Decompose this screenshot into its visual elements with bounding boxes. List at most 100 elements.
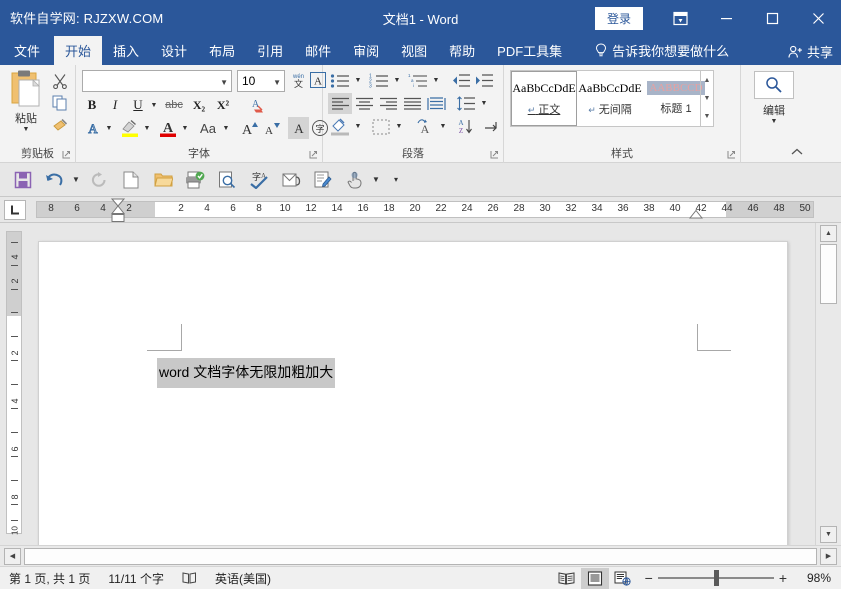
change-case-dropdown-icon[interactable]: ▼ xyxy=(220,117,232,139)
text-highlight-button[interactable] xyxy=(118,117,142,139)
document-canvas[interactable]: word 文档字体无限加粗加大 xyxy=(28,223,815,545)
superscript-button[interactable]: X² xyxy=(212,94,234,116)
maximize-icon[interactable] xyxy=(749,0,795,36)
distribute-text-button[interactable] xyxy=(424,93,448,114)
chevron-down-icon[interactable]: ▼ xyxy=(771,118,778,125)
clear-formatting-button[interactable]: A xyxy=(244,94,268,116)
save-icon[interactable] xyxy=(8,166,38,194)
print-preview-icon[interactable] xyxy=(212,166,242,194)
zoom-out-button[interactable]: − xyxy=(645,570,653,586)
copy-button[interactable] xyxy=(48,93,72,113)
font-name-dropdown-icon[interactable]: ▼ xyxy=(220,78,228,87)
word-count[interactable]: 11/11 个字 xyxy=(99,567,173,589)
tab-pdf-tools[interactable]: PDF工具集 xyxy=(486,36,573,65)
multilevel-list-dropdown-icon[interactable]: ▼ xyxy=(430,70,442,91)
bold-button[interactable]: B xyxy=(82,94,102,116)
decrease-indent-button[interactable] xyxy=(450,70,473,91)
cut-button[interactable] xyxy=(48,71,72,91)
asian-layout-dropdown-icon[interactable]: ▼ xyxy=(437,116,449,137)
shading-dropdown-icon[interactable]: ▼ xyxy=(352,116,364,137)
tab-references[interactable]: 引用 xyxy=(246,36,294,65)
tab-mailings[interactable]: 邮件 xyxy=(294,36,342,65)
style-item-no-spacing[interactable]: AaBbCcDdE ↵ 无间隔 xyxy=(577,71,643,126)
italic-button[interactable]: I xyxy=(105,94,125,116)
collapse-ribbon-button[interactable] xyxy=(791,148,803,157)
tab-review[interactable]: 审阅 xyxy=(342,36,390,65)
tab-insert[interactable]: 插入 xyxy=(102,36,150,65)
align-right-button[interactable] xyxy=(376,93,400,114)
borders-button[interactable] xyxy=(369,116,393,137)
read-mode-icon[interactable] xyxy=(553,568,581,589)
paragraph-dialog-launcher[interactable] xyxy=(490,150,500,160)
font-color-button[interactable]: A xyxy=(156,117,180,139)
style-item-normal[interactable]: AaBbCcDdE ↵ 正文 xyxy=(511,71,577,126)
font-size-input[interactable]: 10 ▼ xyxy=(237,70,285,92)
sort-button[interactable]: AZ xyxy=(454,116,478,137)
right-indent-marker[interactable] xyxy=(689,210,703,219)
font-size-dropdown-icon[interactable]: ▼ xyxy=(273,78,281,87)
language-indicator[interactable]: 英语(美国) xyxy=(206,567,280,589)
undo-dropdown-icon[interactable]: ▼ xyxy=(70,175,82,184)
font-color-dropdown-icon[interactable]: ▼ xyxy=(179,117,191,139)
text-highlight-dropdown-icon[interactable]: ▼ xyxy=(141,117,153,139)
styles-scroll-up-button[interactable]: ▲ xyxy=(701,71,713,89)
change-case-button[interactable]: Aa xyxy=(195,117,221,139)
align-left-button[interactable] xyxy=(328,93,352,114)
document-page[interactable]: word 文档字体无限加粗加大 xyxy=(38,241,788,545)
zoom-slider[interactable]: − + xyxy=(645,570,787,586)
align-center-button[interactable] xyxy=(352,93,376,114)
scroll-right-arrow-icon[interactable]: ▶ xyxy=(820,548,837,565)
scroll-up-arrow-icon[interactable]: ▲ xyxy=(820,225,837,242)
numbered-list-dropdown-icon[interactable]: ▼ xyxy=(391,70,403,91)
touch-mode-dropdown-icon[interactable]: ▼ xyxy=(370,175,382,184)
horizontal-scrollbar[interactable]: ◀ ▶ xyxy=(0,545,841,566)
page-indicator[interactable]: 第 1 页, 共 1 页 xyxy=(0,567,99,589)
horizontal-scroll-thumb[interactable] xyxy=(24,548,817,565)
web-layout-icon[interactable] xyxy=(609,568,637,589)
tab-help[interactable]: 帮助 xyxy=(438,36,486,65)
track-changes-icon[interactable] xyxy=(308,166,338,194)
zoom-in-button[interactable]: + xyxy=(779,570,787,586)
open-folder-icon[interactable] xyxy=(148,166,178,194)
touch-mode-icon[interactable] xyxy=(340,166,370,194)
editing-button[interactable]: 编辑 ▼ xyxy=(751,71,797,133)
tab-design[interactable]: 设计 xyxy=(150,36,198,65)
zoom-thumb[interactable] xyxy=(714,570,719,586)
shrink-font-button[interactable]: A xyxy=(261,117,283,139)
spelling-grammar-icon[interactable]: 字A xyxy=(244,166,274,194)
line-spacing-button[interactable] xyxy=(454,93,478,114)
increase-indent-button[interactable] xyxy=(473,70,496,91)
minimize-icon[interactable] xyxy=(703,0,749,36)
strikethrough-button[interactable]: abc xyxy=(162,94,186,116)
paste-dropdown-icon[interactable]: ▼ xyxy=(23,126,30,133)
vertical-scroll-thumb[interactable] xyxy=(820,244,837,304)
scroll-down-arrow-icon[interactable]: ▼ xyxy=(820,526,837,543)
tell-me-search[interactable]: 告诉我你想要做什么 xyxy=(587,36,737,65)
print-layout-icon[interactable] xyxy=(581,568,609,589)
zoom-level[interactable]: 98% xyxy=(795,571,831,585)
shading-button[interactable] xyxy=(328,116,352,137)
styles-dialog-launcher[interactable] xyxy=(727,150,737,160)
new-document-icon[interactable] xyxy=(116,166,146,194)
underline-button[interactable]: U xyxy=(128,94,148,116)
bullet-list-button[interactable] xyxy=(328,70,352,91)
vertical-scrollbar[interactable]: ▲ ▼ xyxy=(815,223,841,545)
scroll-left-arrow-icon[interactable]: ◀ xyxy=(4,548,21,565)
text-effects-button[interactable]: A xyxy=(82,117,104,139)
left-tab-stop-icon[interactable] xyxy=(4,200,26,220)
grow-font-button[interactable]: A xyxy=(239,117,261,139)
left-indent-marker[interactable] xyxy=(111,214,125,222)
text-effects-dropdown-icon[interactable]: ▼ xyxy=(103,117,115,139)
asian-layout-button[interactable]: A xyxy=(413,116,437,137)
zoom-track[interactable] xyxy=(658,577,774,579)
tab-file[interactable]: 文件 xyxy=(0,36,54,65)
selected-paragraph-text[interactable]: word 文档字体无限加粗加大 xyxy=(157,358,335,388)
paste-button[interactable]: 粘贴 ▼ xyxy=(6,69,46,137)
customize-qat-icon[interactable]: ▾ xyxy=(390,175,402,184)
close-icon[interactable] xyxy=(795,0,841,36)
line-spacing-dropdown-icon[interactable]: ▼ xyxy=(478,93,490,114)
styles-more-button[interactable]: ▼ xyxy=(701,108,713,126)
underline-dropdown-icon[interactable]: ▼ xyxy=(148,94,160,116)
justify-button[interactable] xyxy=(400,93,424,114)
vertical-ruler[interactable]: 4 2 2 4 6 8 10 xyxy=(0,223,28,545)
